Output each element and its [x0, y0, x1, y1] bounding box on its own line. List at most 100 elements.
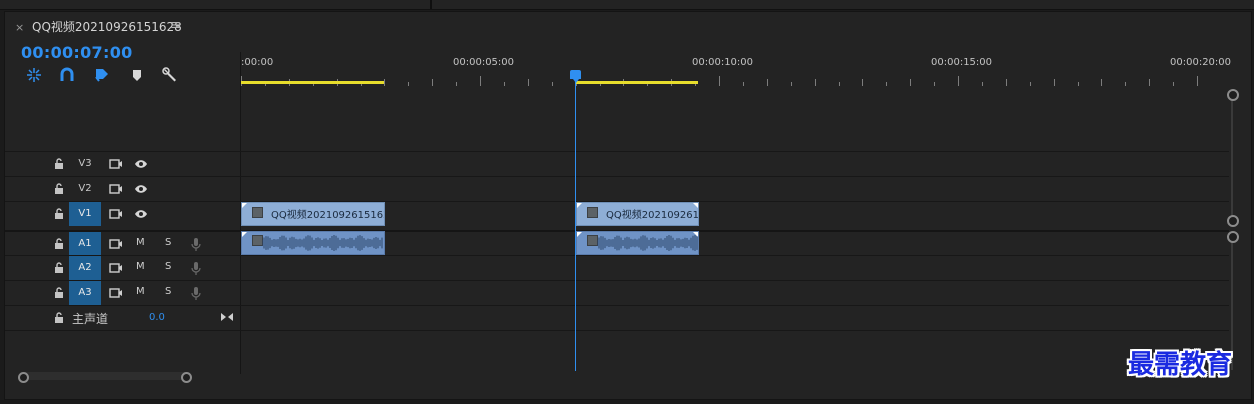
video-clip[interactable]: QQ视频2021092615: [576, 202, 699, 226]
work-area-bar[interactable]: [241, 81, 384, 84]
ruler-tick: [408, 82, 410, 86]
track-target-a2[interactable]: A2: [69, 256, 101, 280]
microphone-icon[interactable]: [191, 286, 201, 300]
work-area-bar[interactable]: [576, 81, 698, 84]
ruler-tick: [862, 79, 864, 86]
scroll-knob-top[interactable]: [1227, 231, 1239, 243]
waveform: [597, 235, 698, 251]
lock-icon[interactable]: [54, 287, 64, 299]
sync-lock-icon[interactable]: [109, 287, 123, 299]
playhead-line[interactable]: [575, 79, 576, 371]
eye-icon[interactable]: [134, 159, 148, 169]
track-target-a3[interactable]: A3: [69, 281, 101, 305]
video-vertical-scrollbar[interactable]: [1231, 98, 1233, 220]
lock-icon[interactable]: [54, 312, 64, 324]
sync-lock-icon[interactable]: [109, 158, 123, 170]
solo-button[interactable]: S: [165, 286, 171, 297]
clip-corner-marker: [242, 232, 247, 237]
audio-clip[interactable]: [576, 231, 699, 255]
ruler-tick: [934, 82, 936, 86]
microphone-icon[interactable]: [191, 261, 201, 275]
close-tab-button[interactable]: ×: [15, 21, 24, 34]
video-clip[interactable]: QQ视频20210926151628.: [241, 202, 385, 226]
waveform: [262, 235, 383, 251]
ruler-tick: [886, 82, 888, 86]
solo-button[interactable]: S: [165, 261, 171, 272]
audio-clip[interactable]: [241, 231, 385, 255]
ruler-tick: [384, 79, 386, 86]
time-ruler[interactable]: [241, 72, 1229, 86]
lock-icon[interactable]: [54, 158, 64, 170]
scroll-knob-top[interactable]: [1227, 89, 1239, 101]
microphone-icon[interactable]: [191, 237, 201, 251]
panel-menu-icon[interactable]: ≡: [170, 18, 181, 33]
eye-icon[interactable]: [134, 184, 148, 194]
clip-label: QQ视频20210926151628.: [271, 210, 384, 221]
track-target-v3[interactable]: V3: [69, 152, 101, 176]
ruler-tick: [742, 82, 744, 86]
zoom-handle-right[interactable]: [181, 372, 192, 383]
ruler-tick: [1173, 82, 1175, 86]
zoom-handle-left[interactable]: [18, 372, 29, 383]
track-target-v2[interactable]: V2: [69, 177, 101, 201]
track-header-a3: A3 M S: [5, 281, 240, 306]
track-header-v3: V3: [5, 152, 240, 177]
timeline-panel: × QQ视频20210926151628 ≡ 00:00:07:00 :00:0…: [4, 11, 1252, 400]
sync-lock-icon[interactable]: [109, 183, 123, 195]
ruler-tick: [480, 76, 481, 86]
sequence-tab-title[interactable]: QQ视频20210926151628: [32, 18, 182, 35]
horizontal-zoom-scrollbar[interactable]: [23, 372, 189, 380]
ruler-label-20s: 00:00:20:00: [1170, 57, 1232, 68]
track-target-a1[interactable]: A1: [69, 232, 101, 256]
track-row-v3: V3: [5, 151, 1229, 177]
track-header-v1: V1: [5, 202, 240, 227]
ruler-tick: [1029, 82, 1031, 86]
ruler-tick: [719, 76, 720, 86]
watermark-logo: 最需教育: [1128, 350, 1233, 380]
clip-corner-marker: [577, 203, 582, 208]
lock-icon[interactable]: [54, 208, 64, 220]
track-target-v1[interactable]: V1: [69, 202, 101, 226]
eye-icon[interactable]: [134, 209, 148, 219]
playhead-handle[interactable]: [570, 70, 581, 83]
sync-lock-icon[interactable]: [109, 238, 123, 250]
track-row-a2: A2 M S: [5, 255, 1229, 281]
playhead-timecode[interactable]: 00:00:07:00: [21, 43, 133, 62]
ruler-label-10s: 00:00:10:00: [692, 57, 754, 68]
master-go-to-icon[interactable]: [220, 311, 234, 323]
ruler-tick: [527, 79, 529, 86]
snap-icon[interactable]: [26, 67, 42, 83]
scroll-knob-bottom[interactable]: [1227, 215, 1239, 227]
ruler-label-0: :00:00: [241, 57, 274, 68]
master-track-label: 主声道: [72, 312, 109, 326]
add-marker-icon[interactable]: [94, 67, 110, 83]
wrench-icon[interactable]: [162, 67, 178, 83]
lock-icon[interactable]: [54, 262, 64, 274]
track-row-a3: A3 M S: [5, 280, 1229, 306]
ruler-tick: [1005, 79, 1007, 86]
track-header-v2: V2: [5, 177, 240, 202]
ruler-tick: [981, 82, 983, 86]
top-strip: [0, 0, 1254, 10]
fx-badge-icon: [587, 207, 598, 218]
sync-lock-icon[interactable]: [109, 262, 123, 274]
mute-button[interactable]: M: [136, 286, 145, 297]
linked-selection-icon[interactable]: [59, 67, 75, 83]
track-row-v2: V2: [5, 176, 1229, 202]
solo-button[interactable]: S: [165, 237, 171, 248]
track-header-a1: A1 M S: [5, 232, 240, 257]
mute-button[interactable]: M: [136, 237, 145, 248]
ruler-label-5s: 00:00:05:00: [453, 57, 515, 68]
ruler-tick: [790, 82, 792, 86]
ruler-tick: [1101, 79, 1103, 86]
mute-button[interactable]: M: [136, 261, 145, 272]
master-volume-value[interactable]: 0.0: [149, 312, 165, 323]
lock-icon[interactable]: [54, 183, 64, 195]
marker-icon[interactable]: [129, 67, 145, 83]
lock-icon[interactable]: [54, 238, 64, 250]
ruler-tick: [910, 79, 912, 86]
panel-divider[interactable]: [430, 0, 432, 9]
clip-corner-marker: [242, 203, 247, 208]
ruler-tick: [1077, 82, 1079, 86]
sync-lock-icon[interactable]: [109, 208, 123, 220]
